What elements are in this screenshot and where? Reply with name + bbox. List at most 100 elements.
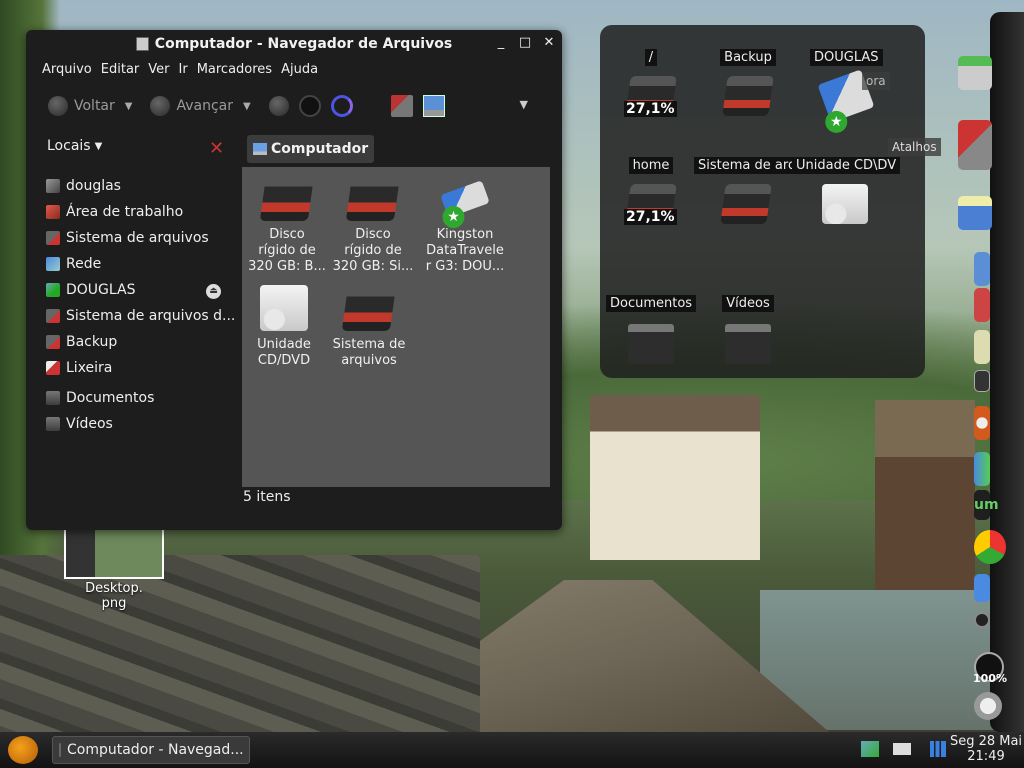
minimize-button[interactable]: _ — [494, 36, 508, 50]
hard-disk-icon — [46, 335, 60, 349]
terminal-icon[interactable] — [974, 370, 990, 392]
file-label-line: rígido de — [344, 243, 402, 258]
file-label-line: Kingston — [436, 227, 494, 242]
sidebar-item-label: Documentos — [66, 390, 155, 406]
file-manager-icon — [135, 37, 149, 51]
mail-icon[interactable] — [893, 743, 911, 755]
close-button[interactable]: ✕ — [542, 36, 556, 50]
file-item-hdd-backup[interactable]: Disco rígido de 320 GB: B... — [242, 175, 332, 275]
file-label-line: Disco — [269, 227, 305, 242]
back-label: Voltar — [74, 98, 115, 114]
file-label-line: 320 GB: Si... — [332, 259, 414, 274]
home-button[interactable] — [390, 95, 413, 117]
sidebar-item-desktop[interactable]: Área de trabalho — [46, 204, 183, 220]
menu-ajuda[interactable]: Ajuda — [281, 62, 318, 77]
sidebar-item-documents[interactable]: Documentos — [46, 390, 154, 406]
device-home[interactable]: home 27,1% — [624, 157, 678, 225]
hard-disk-icon — [722, 76, 774, 116]
forward-icon — [150, 96, 171, 116]
device-label: Backup — [720, 49, 776, 66]
file-item-cd-dvd[interactable]: Unidade CD/DVD — [239, 285, 329, 369]
menu-ir[interactable]: Ir — [179, 62, 188, 77]
eject-icon[interactable]: ⏏ — [206, 284, 221, 299]
network-icon — [46, 257, 60, 271]
file-item-usb-kingston[interactable]: Kingston DataTravele r G3: DOU... — [420, 175, 510, 275]
sidebar-item-videos[interactable]: Vídeos — [46, 416, 113, 432]
up-button[interactable] — [268, 96, 289, 116]
usb-drive-icon — [440, 180, 490, 218]
device-backup[interactable]: Backup — [720, 49, 776, 116]
sidebar-item-filesystem-2[interactable]: Sistema de arquivos d... — [46, 308, 235, 324]
status-bar-text: 5 itens — [243, 489, 291, 505]
sidebar-item-usb-douglas[interactable]: DOUGLAS — [46, 282, 135, 298]
device-filesystem[interactable]: Sistema de arq — [694, 157, 801, 224]
back-history-dropdown[interactable]: ▼ — [125, 101, 133, 112]
image-thumbnail-icon — [64, 527, 164, 579]
fox-app-icon[interactable] — [974, 406, 990, 440]
cd-drive-icon — [260, 285, 308, 331]
workspace-icon[interactable] — [974, 574, 990, 602]
sidebar-item-label: douglas — [66, 178, 121, 194]
device-documents[interactable]: Documentos — [606, 295, 697, 364]
menu-ver[interactable]: Ver — [148, 62, 169, 77]
toolbar-overflow-dropdown[interactable]: ▼ — [520, 98, 528, 111]
file-manager-body: Locais ▼ ✕ douglas Área de trabalho Sist… — [26, 132, 562, 530]
menu-editar[interactable]: Editar — [101, 62, 140, 77]
location-button-computer[interactable]: Computador — [247, 135, 375, 163]
desktop-file-icon[interactable]: Desktop. png — [62, 527, 166, 611]
menu-marcadores[interactable]: Marcadores — [197, 62, 272, 77]
stop-button[interactable] — [298, 95, 321, 117]
sidebar-item-backup[interactable]: Backup — [46, 334, 117, 350]
network-tray-icon[interactable] — [861, 741, 879, 757]
places-dropdown[interactable]: Locais ▼ — [47, 138, 102, 154]
taskbar-window-label: Computador - Navegad... — [67, 742, 244, 758]
sidebar-item-network[interactable]: Rede — [46, 256, 101, 272]
signal-strength-icon[interactable] — [930, 741, 946, 757]
dock-tooltip: ora — [862, 72, 890, 90]
menu-arquivo[interactable]: Arquivo — [42, 62, 92, 77]
chevron-down-icon: ▼ — [94, 140, 103, 152]
taskbar-window-button[interactable]: Computador - Navegad... — [52, 736, 250, 764]
power-icon[interactable] — [974, 692, 1002, 720]
device-videos[interactable]: Vídeos — [720, 295, 776, 364]
forward-button[interactable]: Avançar — [150, 96, 233, 116]
media-app-icon[interactable]: um — [974, 490, 999, 520]
hard-disk-icon — [720, 184, 772, 224]
gimp-icon[interactable] — [974, 330, 990, 364]
file-item-filesystem[interactable]: Sistema de arquivos — [324, 285, 414, 369]
folder-icon — [725, 324, 771, 364]
back-button[interactable]: Voltar — [48, 96, 115, 116]
file-label-line: DataTravele — [426, 243, 504, 258]
sidebar-item-douglas[interactable]: douglas — [46, 178, 121, 194]
window-title-text: Computador - Navegador de Arquivos — [154, 36, 453, 52]
file-item-hdd-system[interactable]: Disco rígido de 320 GB: Si... — [328, 175, 418, 275]
maximize-button[interactable]: □ — [518, 36, 532, 50]
folder-icon — [628, 324, 674, 364]
computer-button[interactable] — [422, 95, 445, 117]
clock[interactable]: Seg 28 Mai 21:49 — [948, 734, 1024, 764]
reload-button[interactable] — [330, 95, 353, 117]
hard-disk-icon — [46, 309, 60, 323]
messenger-icon[interactable] — [974, 452, 990, 486]
device-root[interactable]: / 27,1% — [624, 49, 678, 117]
sidebar-item-trash[interactable]: Lixeira — [46, 360, 112, 376]
tools-icon[interactable] — [958, 120, 992, 170]
bookmark-folder-icon[interactable] — [958, 196, 992, 230]
file-label-line: rígido de — [258, 243, 316, 258]
wallpaper-house — [590, 395, 760, 560]
chrome-icon[interactable] — [974, 530, 1006, 564]
download-folder-icon[interactable] — [974, 252, 990, 286]
file-manager-icon — [59, 743, 61, 757]
forward-history-dropdown[interactable]: ▼ — [243, 101, 251, 112]
photo-app-icon[interactable] — [974, 288, 990, 322]
close-sidebar-icon[interactable]: ✕ — [209, 138, 224, 159]
sidebar-item-label: Sistema de arquivos d... — [66, 308, 236, 324]
calculator-icon[interactable] — [958, 56, 992, 90]
device-cd-dvd[interactable]: Unidade CD\DV — [792, 157, 901, 224]
window-titlebar[interactable]: Computador - Navegador de Arquivos _ □ ✕ — [26, 30, 562, 58]
sidebar-item-filesystem[interactable]: Sistema de arquivos — [46, 230, 209, 246]
file-view[interactable]: Disco rígido de 320 GB: B... Disco rígid… — [242, 167, 550, 487]
sidebar-item-label: Sistema de arquivos — [66, 230, 209, 246]
start-menu-icon[interactable] — [8, 736, 38, 764]
desktop-file-label-line: png — [101, 596, 127, 611]
